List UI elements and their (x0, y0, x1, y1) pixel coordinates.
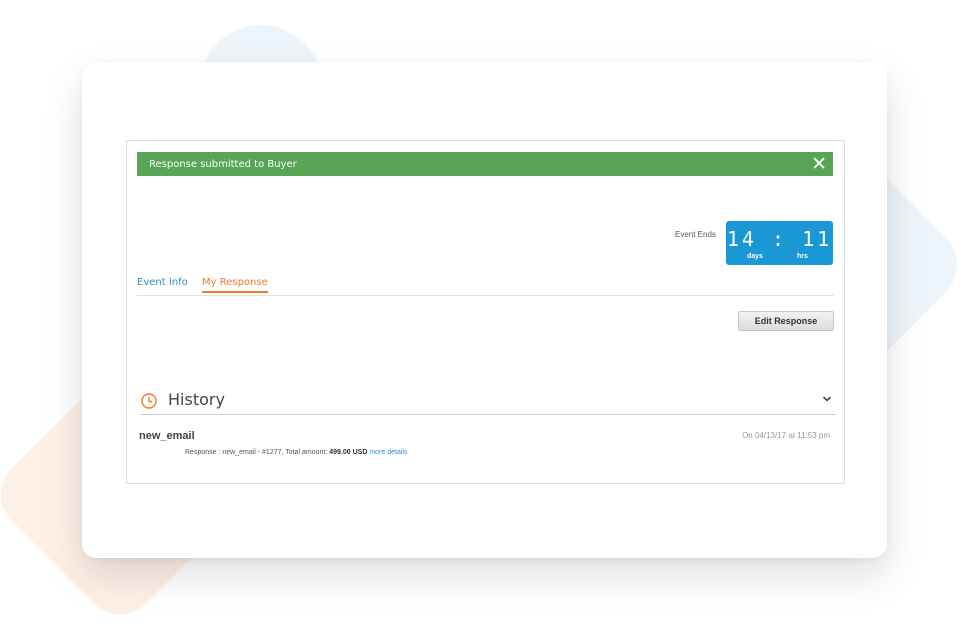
countdown-days-label: days (747, 253, 763, 260)
chevron-down-icon[interactable] (822, 394, 832, 404)
edit-response-button[interactable]: Edit Response (738, 311, 834, 331)
history-entry-detail: Response : new_email - #1277, Total amou… (185, 449, 407, 456)
app-card: Response submitted to Buyer ✕ Event Ends… (82, 62, 887, 558)
tab-my-response[interactable]: My Response (202, 277, 268, 293)
countdown-days-value: 14 (726, 227, 757, 251)
history-entry-name: new_email (139, 430, 195, 442)
countdown-separator: : (771, 227, 788, 251)
countdown-hours-value: 11 (802, 227, 833, 251)
tab-bar: Event Info My Response (137, 275, 834, 296)
entry-detail-text: Response : new_email - #1277, Total amou… (185, 449, 330, 456)
more-details-link[interactable]: more details (369, 449, 407, 456)
response-panel: Response submitted to Buyer ✕ Event Ends… (126, 140, 845, 484)
history-title: History (168, 390, 225, 409)
close-icon[interactable]: ✕ (811, 153, 827, 175)
clock-icon (141, 393, 157, 409)
countdown-hours-label: hrs (797, 253, 808, 260)
success-alert: Response submitted to Buyer ✕ (137, 152, 833, 176)
history-header[interactable]: History (140, 390, 836, 415)
countdown-timer: 14 : 11 days hrs (726, 221, 833, 265)
countdown-digits: 14 : 11 (726, 227, 833, 251)
entry-amount: 499.00 USD (329, 449, 368, 456)
alert-message: Response submitted to Buyer (149, 158, 297, 170)
event-ends-label: Event Ends (675, 230, 716, 239)
tab-event-info[interactable]: Event Info (137, 277, 188, 288)
history-entry-date: On 04/13/17 at 11:53 pm (742, 431, 830, 440)
